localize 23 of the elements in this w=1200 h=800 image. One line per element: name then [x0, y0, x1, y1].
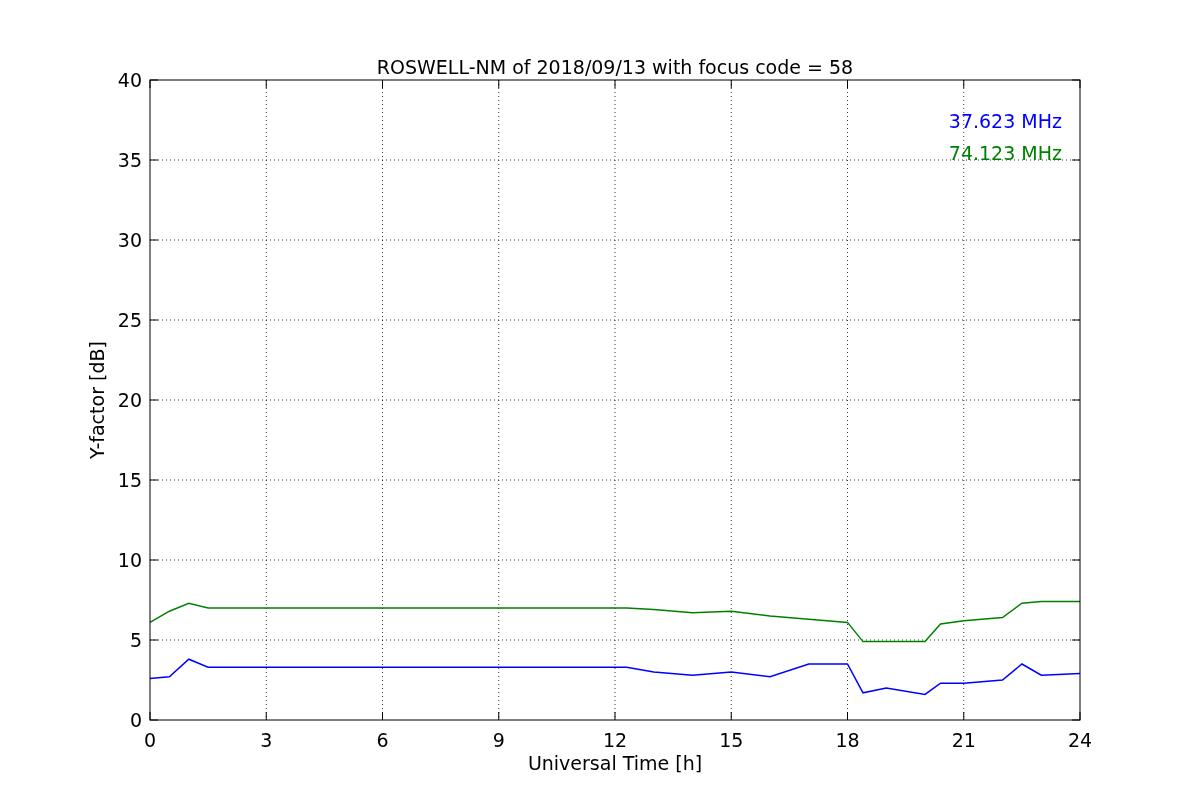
- x-tick-label: 12: [602, 729, 628, 751]
- chart-title: ROSWELL-NM of 2018/09/13 with focus code = 58: [376, 56, 854, 78]
- x-tick-label: 0: [143, 729, 157, 751]
- y-tick-label: 40: [117, 69, 142, 91]
- x-tick-label: 6: [376, 729, 389, 751]
- x-tick-label: 24: [1067, 729, 1093, 751]
- y-tick-label: 30: [117, 229, 142, 251]
- x-tick-label: 9: [492, 729, 505, 751]
- y-tick-label: 5: [129, 629, 142, 651]
- y-tick-label: 20: [117, 389, 142, 411]
- y-tick-label: 35: [117, 149, 142, 171]
- y-tick-label: 15: [117, 469, 142, 491]
- legend-label: 74.123 MHz: [948, 142, 1062, 164]
- x-tick-label: 15: [719, 729, 744, 751]
- y-tick-label: 25: [117, 309, 142, 331]
- y-tick-label: 10: [117, 549, 142, 571]
- legend-label: 37.623 MHz: [948, 110, 1062, 132]
- y-axis-label: Y-factor [dB]: [86, 341, 108, 459]
- x-tick-label: 3: [260, 729, 273, 751]
- x-tick-label: 18: [835, 729, 860, 751]
- y-tick-label: 0: [129, 709, 142, 731]
- x-axis-label: Universal Time [h]: [527, 752, 703, 774]
- x-tick-label: 21: [951, 729, 976, 751]
